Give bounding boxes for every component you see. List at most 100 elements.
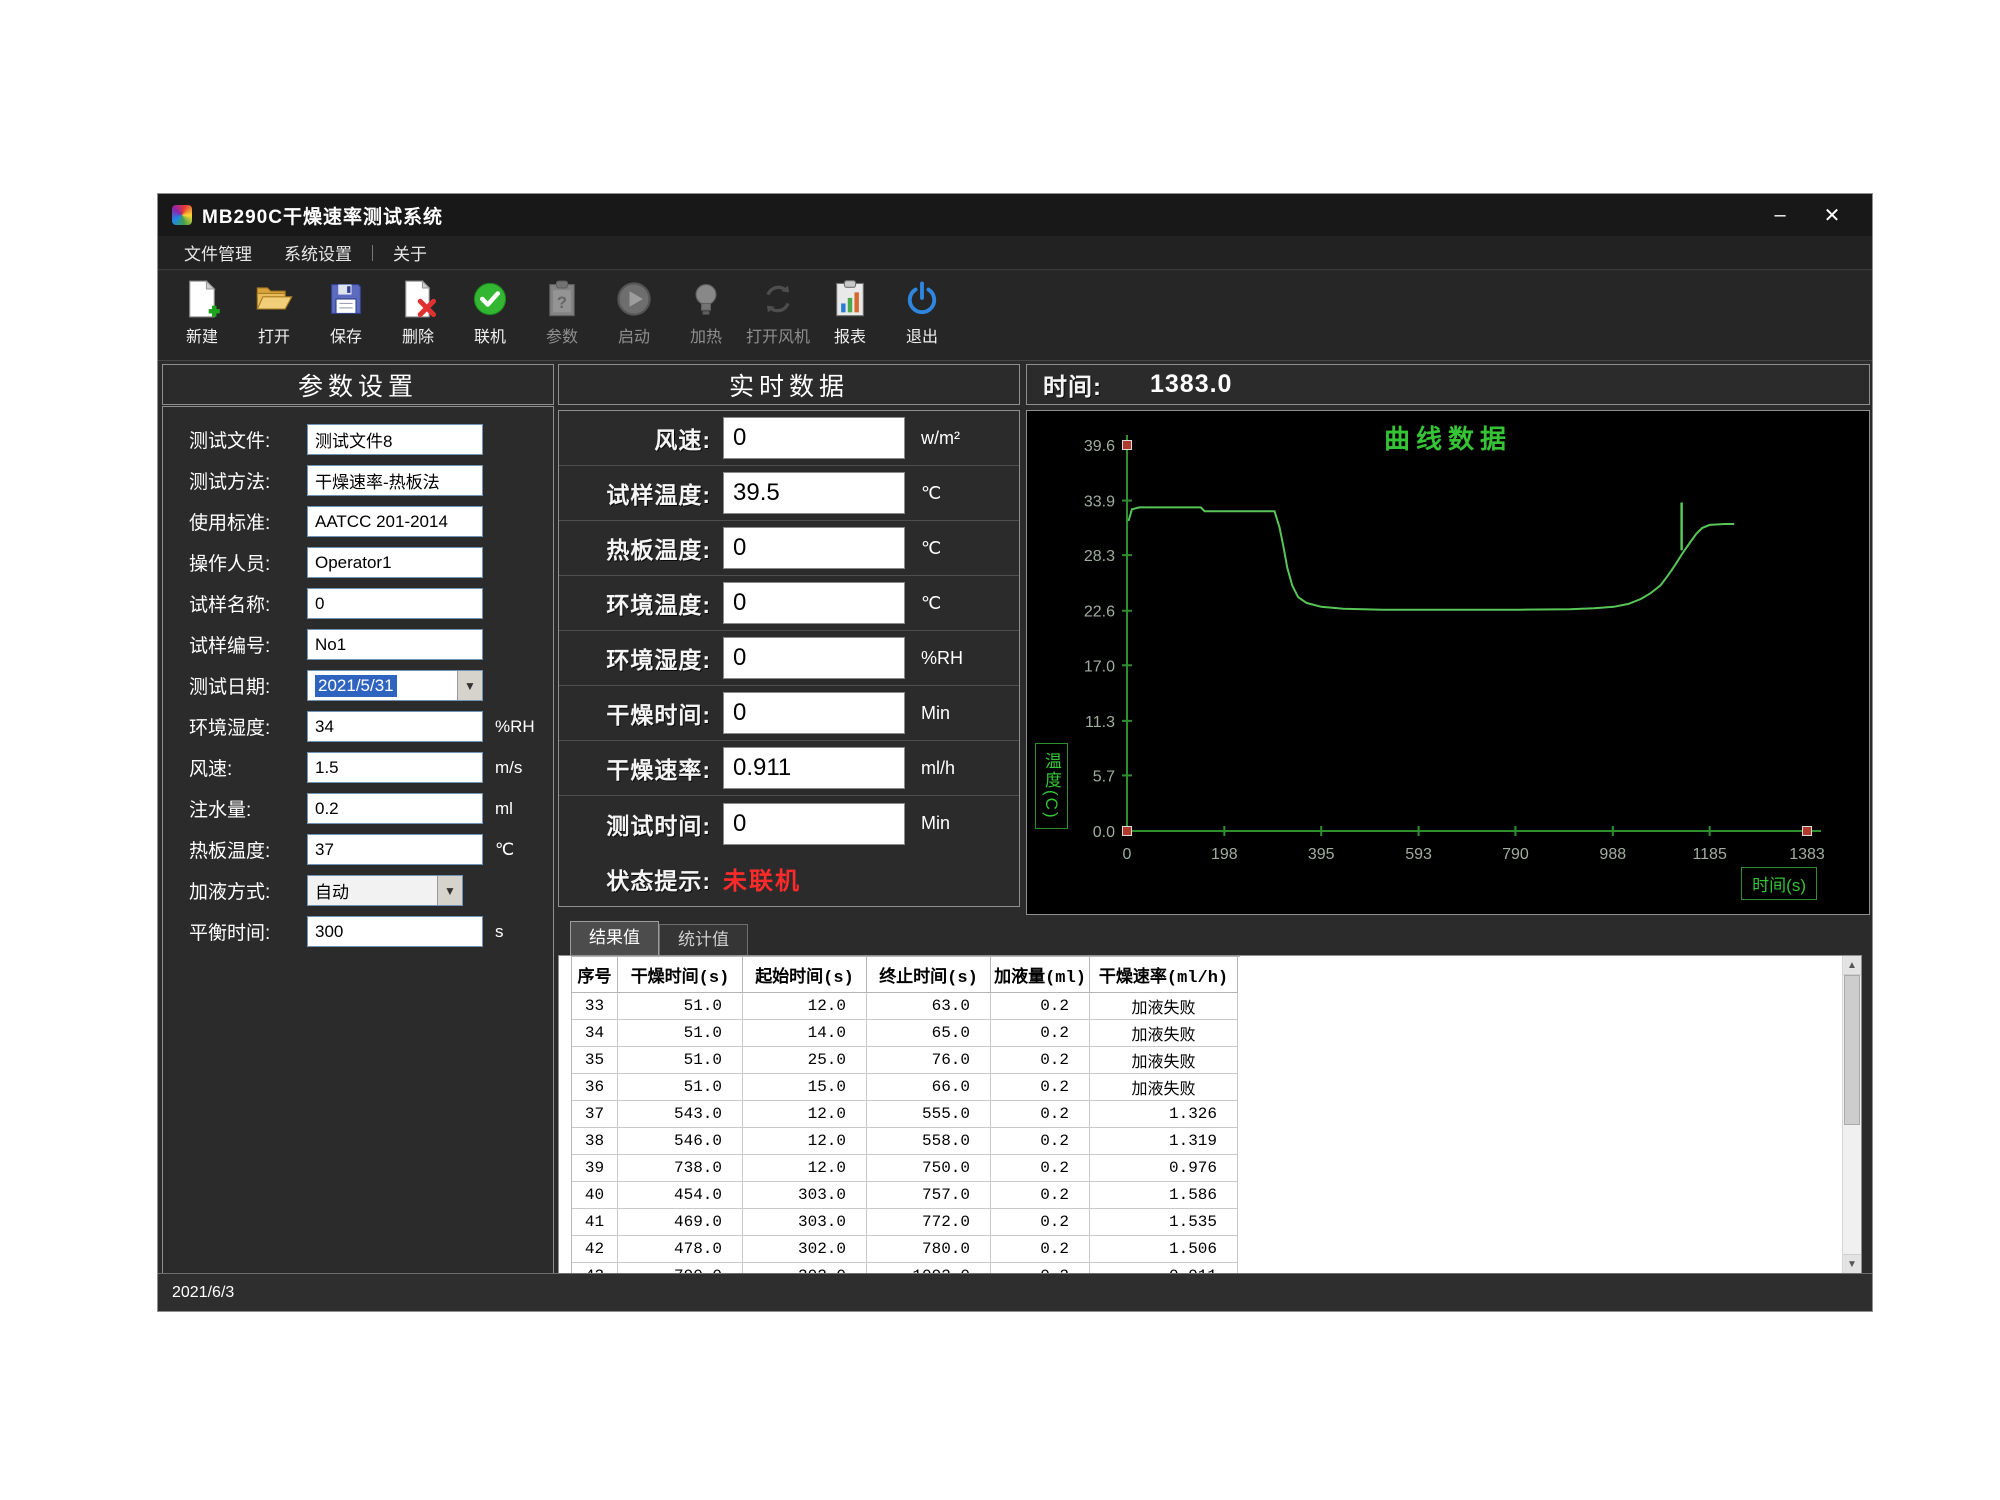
table-row[interactable]: 42478.0302.0780.00.21.506 — [572, 1236, 1240, 1263]
param-input-test_method[interactable]: 干燥速率-热板法 — [307, 465, 483, 496]
toolbar-open-button[interactable]: 打开 — [240, 279, 308, 347]
table-row[interactable]: 3551.025.076.00.2加液失败 — [572, 1047, 1240, 1074]
param-field-row: 测试方法: 干燥速率-热板法 — [163, 460, 553, 501]
menu-file-management[interactable]: 文件管理 — [168, 240, 268, 265]
param-input-dosing_mode[interactable]: 自动▼ — [307, 875, 463, 906]
realtime-value-ambient_temp: 0 — [723, 582, 905, 624]
window-title: MB290C干燥速率测试系统 — [202, 202, 443, 229]
column-header: 干燥速率(ml/h) — [1090, 957, 1238, 993]
table-row[interactable]: 3451.014.065.00.2加液失败 — [572, 1020, 1240, 1047]
table-cell: 0.2 — [991, 1155, 1090, 1182]
svg-text:0: 0 — [1123, 846, 1132, 863]
open-folder-icon — [254, 279, 294, 319]
table-cell: 0.2 — [991, 1074, 1090, 1101]
table-cell: 15.0 — [743, 1074, 867, 1101]
dropdown-arrow-icon[interactable]: ▼ — [437, 876, 462, 905]
param-field-label: 环境湿度: — [189, 713, 307, 740]
table-row[interactable]: 3351.012.063.00.2加液失败 — [572, 993, 1240, 1020]
scrollbar-down-arrow-icon[interactable]: ▼ — [1843, 1254, 1861, 1273]
realtime-label: 热板温度: — [565, 531, 711, 565]
table-cell: 469.0 — [618, 1209, 743, 1236]
realtime-panel-body: 风速: 0 w/m² 试样温度: 39.5 ℃ 热板温度: 0 ℃ 环境温度: … — [558, 410, 1020, 907]
toolbar-fan-button[interactable]: 打开风机 — [744, 279, 812, 347]
table-cell: 65.0 — [867, 1020, 991, 1047]
toolbar-start-button[interactable]: 启动 — [600, 279, 668, 347]
toolbar-report-button[interactable]: 报表 — [816, 279, 884, 347]
report-icon — [830, 279, 870, 319]
param-input-wind_speed[interactable]: 1.5 — [307, 752, 483, 783]
param-input-test_date[interactable]: 2021/5/31▼ — [307, 670, 483, 701]
param-input-standard[interactable]: AATCC 201-2014 — [307, 506, 483, 537]
table-row[interactable]: 39738.012.0750.00.20.976 — [572, 1155, 1240, 1182]
tab-statistics[interactable]: 统计值 — [659, 924, 748, 955]
table-cell: 0.2 — [991, 993, 1090, 1020]
table-cell: 0.2 — [991, 1020, 1090, 1047]
param-field-label: 平衡时间: — [189, 918, 307, 945]
param-field-label: 使用标准: — [189, 508, 307, 535]
params-panel-header: 参数设置 — [162, 364, 554, 405]
param-input-water_volume[interactable]: 0.2 — [307, 793, 483, 824]
toolbar-save-button[interactable]: 保存 — [312, 279, 380, 347]
svg-text:1383: 1383 — [1789, 846, 1825, 863]
table-row[interactable]: 38546.012.0558.00.21.319 — [572, 1128, 1240, 1155]
toolbar-label: 保存 — [330, 323, 362, 347]
statusbar: 2021/6/3 — [158, 1273, 1872, 1311]
table-cell: 51.0 — [618, 1047, 743, 1074]
toolbar-exit-button[interactable]: 退出 — [888, 279, 956, 347]
table-cell: 0.2 — [991, 1236, 1090, 1263]
scrollbar-up-arrow-icon[interactable]: ▲ — [1843, 956, 1861, 975]
table-cell: 12.0 — [743, 1155, 867, 1182]
scrollbar-thumb[interactable] — [1844, 975, 1860, 1125]
table-cell: 1.319 — [1090, 1128, 1238, 1155]
table-scrollbar[interactable]: ▲ ▼ — [1842, 956, 1861, 1273]
table-row[interactable]: 37543.012.0555.00.21.326 — [572, 1101, 1240, 1128]
table-cell: 39 — [572, 1155, 618, 1182]
column-header: 序号 — [572, 957, 618, 993]
results-table-body: 3351.012.063.00.2加液失败3451.014.065.00.2加液… — [572, 993, 1240, 1274]
svg-text:593: 593 — [1405, 846, 1432, 863]
realtime-row: 环境湿度: 0 %RH — [559, 631, 1019, 686]
realtime-label: 环境湿度: — [565, 641, 711, 675]
table-cell: 303.0 — [743, 1209, 867, 1236]
param-field-row: 热板温度: 37 ℃ — [163, 829, 553, 870]
param-input-test_file[interactable]: 测试文件8 — [307, 424, 483, 455]
table-cell: 738.0 — [618, 1155, 743, 1182]
menu-about[interactable]: 关于 — [377, 240, 443, 265]
table-row[interactable]: 3651.015.066.00.2加液失败 — [572, 1074, 1240, 1101]
toolbar-heat-button[interactable]: 加热 — [672, 279, 740, 347]
table-cell: 0.976 — [1090, 1155, 1238, 1182]
param-input-ambient_humidity[interactable]: 34 — [307, 711, 483, 742]
table-row[interactable]: 41469.0303.0772.00.21.535 — [572, 1209, 1240, 1236]
tab-result-values[interactable]: 结果值 — [570, 921, 659, 955]
toolbar-parameters-button[interactable]: ? 参数 — [528, 279, 596, 347]
param-field-row: 操作人员: Operator1 — [163, 542, 553, 583]
param-field-label: 操作人员: — [189, 549, 307, 576]
realtime-unit: ml/h — [921, 758, 955, 779]
table-row[interactable]: 40454.0303.0757.00.21.586 — [572, 1182, 1240, 1209]
table-cell: 757.0 — [867, 1182, 991, 1209]
chart-title: 曲线数据 — [1027, 419, 1869, 456]
toolbar-new-button[interactable]: 新建 — [168, 279, 236, 347]
param-input-balance_time[interactable]: 300 — [307, 916, 483, 947]
toolbar: 新建 打开 保存 删除 联机 ? 参数 启动 加热 — [158, 271, 1872, 361]
realtime-unit: w/m² — [921, 428, 960, 449]
param-field-row: 平衡时间: 300 s — [163, 911, 553, 952]
dropdown-arrow-icon[interactable]: ▼ — [457, 671, 482, 700]
svg-text:5.7: 5.7 — [1093, 768, 1115, 785]
table-cell: 0.2 — [991, 1047, 1090, 1074]
toolbar-label: 打开风机 — [746, 323, 810, 347]
realtime-row: 干燥速率: 0.911 ml/h — [559, 741, 1019, 796]
minimize-button[interactable]: – — [1754, 204, 1806, 227]
param-input-operator[interactable]: Operator1 — [307, 547, 483, 578]
param-field-label: 试样名称: — [189, 590, 307, 617]
toolbar-connect-button[interactable]: 联机 — [456, 279, 524, 347]
param-input-sample_no[interactable]: No1 — [307, 629, 483, 660]
param-input-sample_name[interactable]: 0 — [307, 588, 483, 619]
toolbar-delete-button[interactable]: 删除 — [384, 279, 452, 347]
menu-system-settings[interactable]: 系统设置 — [268, 240, 368, 265]
param-field-label: 加液方式: — [189, 877, 307, 904]
table-cell: 0.2 — [991, 1101, 1090, 1128]
param-input-hotplate_temp[interactable]: 37 — [307, 834, 483, 865]
param-field-unit: ml — [495, 799, 513, 819]
close-button[interactable]: ✕ — [1806, 203, 1858, 228]
